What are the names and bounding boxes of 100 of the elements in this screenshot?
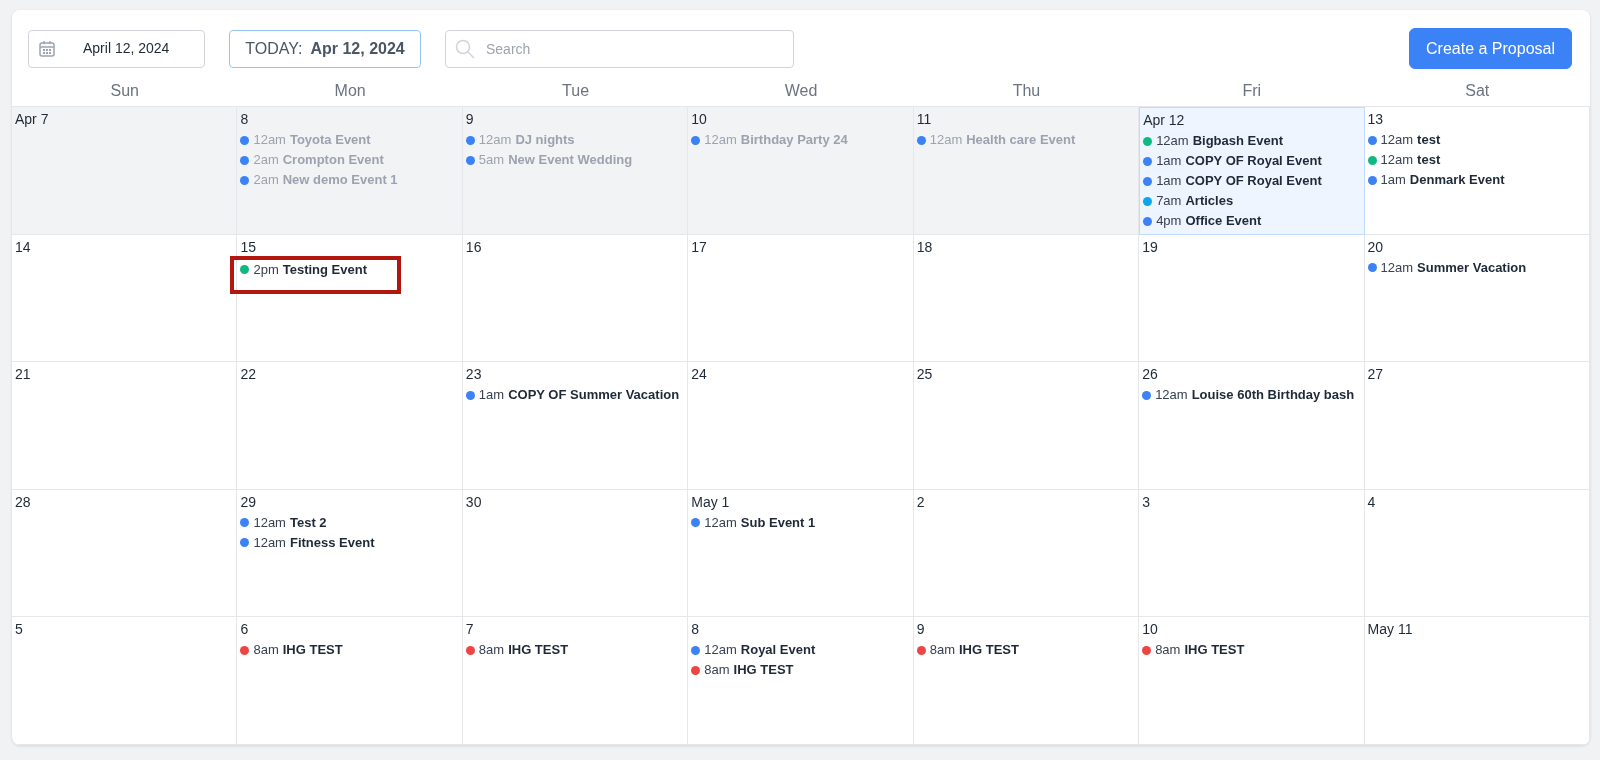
day-cell[interactable]: 11 12am Health care Event: [913, 107, 1140, 235]
event-title: COPY OF Royal Event: [1185, 152, 1322, 170]
highlighted-event[interactable]: 2pm Testing Event: [230, 255, 401, 294]
day-cell[interactable]: 19: [1139, 234, 1365, 363]
day-cell[interactable]: 22: [237, 362, 463, 490]
day-cell[interactable]: 13 12am test 12am test 1am Denmark Event: [1364, 107, 1590, 235]
event-time: 12am: [253, 513, 286, 532]
day-number: 20: [1367, 237, 1384, 257]
day-number: 23: [465, 365, 482, 385]
weekday-header: Fri: [1241, 81, 1263, 101]
day-number: Apr 7: [15, 110, 49, 129]
day-number: 10: [1142, 620, 1158, 640]
day-cell[interactable]: May 1 12am Sub Event 1: [688, 489, 914, 618]
day-number: 30: [465, 492, 482, 512]
day-number: 9: [916, 620, 925, 640]
search-field[interactable]: Search: [445, 29, 794, 68]
day-number: 15: [240, 237, 256, 257]
day-cell[interactable]: May 11: [1364, 617, 1590, 745]
event-title: Summer Vacation: [1417, 258, 1527, 277]
event-time: 12am: [1156, 132, 1189, 150]
day-number: 27: [1367, 365, 1384, 385]
day-cell[interactable]: 14: [12, 234, 238, 363]
weekday-header: Thu: [1011, 81, 1042, 101]
event-title: New Event Wedding: [508, 151, 633, 169]
weekday-header: Tue: [561, 81, 591, 101]
calendar-event[interactable]: 12am Test 2: [240, 512, 327, 533]
day-cell[interactable]: 10 12am Birthday Party 24: [688, 107, 914, 235]
calendar-event[interactable]: 1am COPY OF Summer Vacation: [465, 385, 680, 406]
calendar-event[interactable]: 12am Summer Vacation: [1367, 257, 1527, 278]
day-cell[interactable]: Apr 7: [12, 107, 238, 235]
calendar-icon: [39, 40, 55, 57]
day-cell[interactable]: 28: [12, 489, 238, 618]
event-time: 8am: [704, 661, 730, 680]
calendar-event[interactable]: 1am COPY OF Royal Event: [1143, 151, 1322, 171]
day-cell[interactable]: 10 8am IHG TEST: [1139, 617, 1365, 745]
event-title: New demo Event 1: [282, 171, 398, 189]
calendar-event[interactable]: 8am IHG TEST: [1142, 640, 1245, 661]
event-time: 12am: [704, 131, 737, 149]
create-proposal-button[interactable]: Create a Proposal: [1409, 28, 1572, 69]
event-time: 8am: [1155, 641, 1181, 660]
event-time: 8am: [253, 641, 279, 660]
calendar-event[interactable]: 7am Articles: [1143, 191, 1234, 211]
calendar-event[interactable]: 8am IHG TEST: [916, 640, 1019, 661]
calendar-event[interactable]: 1am Denmark Event: [1367, 170, 1505, 190]
calendar-event[interactable]: 12am Fitness Event: [240, 532, 375, 553]
day-cell[interactable]: 26 12am Louise 60th Birthday bash: [1139, 362, 1365, 490]
event-title: IHG TEST: [733, 661, 794, 680]
calendar-event[interactable]: 8am IHG TEST: [691, 660, 794, 681]
day-cell[interactable]: 27: [1364, 362, 1590, 490]
event-time: 12am: [704, 513, 737, 532]
event-time: 1am: [478, 386, 505, 405]
day-cell[interactable]: 23 1am COPY OF Summer Vacation: [462, 362, 689, 490]
day-cell[interactable]: 25: [913, 362, 1140, 490]
event-time: 12am: [1380, 131, 1414, 149]
calendar-event[interactable]: 8am IHG TEST: [240, 640, 343, 661]
day-cell[interactable]: 2: [913, 489, 1140, 618]
calendar-event[interactable]: 12am test: [1367, 130, 1441, 150]
event-title: DJ nights: [515, 131, 575, 149]
day-number: 5: [15, 620, 23, 640]
calendar-event[interactable]: 12am test: [1367, 150, 1441, 170]
date-picker[interactable]: April 12, 2024: [28, 29, 205, 68]
day-cell[interactable]: 20 12am Summer Vacation: [1364, 234, 1590, 363]
day-cell[interactable]: 24: [688, 362, 914, 490]
event-title: Fitness Event: [289, 533, 375, 552]
day-cell[interactable]: 4: [1364, 489, 1590, 618]
day-cell[interactable]: 9 8am IHG TEST: [913, 617, 1140, 745]
calendar-event[interactable]: 1am COPY OF Royal Event: [1143, 171, 1322, 191]
event-title: IHG TEST: [959, 641, 1019, 660]
event-title: COPY OF Royal Event: [1185, 172, 1322, 190]
weekday-header: Sun: [109, 81, 140, 101]
event-time: 1am: [1380, 171, 1406, 189]
calendar-event[interactable]: 4pm Office Event: [1143, 211, 1262, 231]
event-time: 7am: [1156, 192, 1182, 210]
calendar-event[interactable]: 8am IHG TEST: [465, 640, 569, 661]
calendar-event[interactable]: 12am Bigbash Event: [1143, 131, 1283, 151]
day-cell[interactable]: 3: [1139, 489, 1365, 618]
day-cell[interactable]: 8 12am Royal Event 8am IHG TEST: [688, 617, 914, 745]
day-cell[interactable]: 7 8am IHG TEST: [462, 617, 689, 745]
day-cell[interactable]: 15 2pm Testing Event: [237, 234, 463, 363]
event-title: Birthday Party 24: [740, 131, 848, 149]
event-time: 12am: [478, 131, 512, 149]
day-cell[interactable]: 17: [688, 234, 914, 363]
event-time: 12am: [1155, 386, 1188, 405]
calendar-event[interactable]: 12am Sub Event 1: [691, 512, 816, 533]
day-cell[interactable]: 5: [12, 617, 238, 745]
day-cell[interactable]: 29 12am Test 2 12am Fitness Event: [237, 489, 463, 618]
day-cell[interactable]: 30: [462, 489, 689, 618]
day-cell[interactable]: 21: [12, 362, 238, 490]
day-number: 13: [1367, 110, 1384, 129]
event-time: 8am: [929, 641, 955, 660]
today-button[interactable]: TODAY: Apr 12, 2024: [229, 29, 421, 68]
calendar-event[interactable]: 12am Royal Event: [691, 640, 816, 661]
event-time: 12am: [929, 131, 963, 149]
day-cell[interactable]: 6 8am IHG TEST: [237, 617, 463, 745]
today-day-cell[interactable]: Apr 12 12am Bigbash Event 1am COPY OF Royal Event 1am COPY OF Royal Event 7am Articles 4pm Office Event: [1139, 107, 1365, 235]
calendar-event[interactable]: 12am Louise 60th Birthday bash: [1142, 385, 1355, 406]
day-number: 9: [465, 110, 474, 129]
day-cell[interactable]: 18: [913, 234, 1140, 363]
event-title: Test 2: [289, 513, 327, 532]
day-cell[interactable]: 16: [462, 234, 689, 363]
